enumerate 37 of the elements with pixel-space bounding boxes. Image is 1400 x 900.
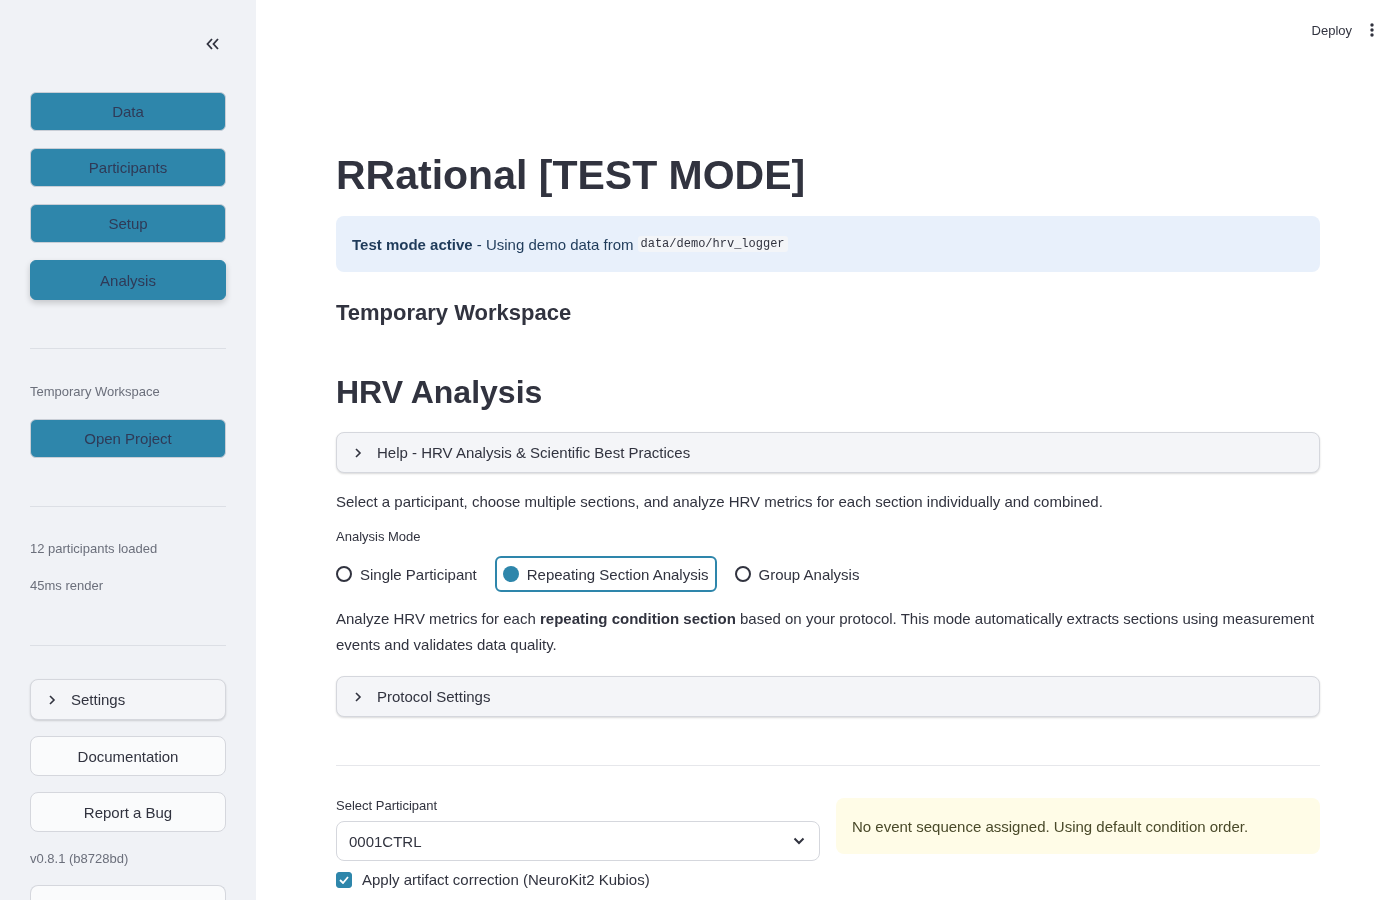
warning-alert: No event sequence assigned. Using default condition order.: [836, 798, 1320, 854]
checkmark-icon: [339, 875, 349, 884]
checkbox-label: Apply artifact correction (NeuroKit2 Kubios): [362, 871, 650, 888]
chevron-down-icon: [793, 837, 805, 845]
description-text: Select a participant, choose multiple sections, and analyze HRV metrics for each section individually and combined.: [336, 492, 1104, 512]
version-text: v0.8.1 (b8728bd): [30, 851, 130, 866]
page-title: RRational [TEST MODE]: [336, 151, 807, 200]
link-button[interactable]: Documentation: [30, 736, 226, 776]
code-path: data/demo/hrv_logger: [637, 236, 788, 252]
expander-header[interactable]: Protocol Settings: [336, 676, 1320, 717]
chevron-right-icon: [47, 694, 57, 705]
status-text: 45ms render: [30, 578, 104, 593]
select-value: 0001CTRL: [349, 832, 422, 850]
checkbox[interactable]: [336, 871, 352, 888]
radio-checked-icon: [502, 566, 519, 582]
mode-description: Analyze HRV metrics for each repeating condition section based on your protocol. This mode automatically extracts sections using measurement events and validates data quality.: [336, 609, 1316, 655]
link-button[interactable]: Report a Bug: [30, 792, 226, 832]
chevron-right-icon: [353, 691, 363, 702]
radio-unchecked-icon: [734, 566, 751, 582]
radio-option[interactable]: Single Participant: [328, 556, 485, 592]
radio-unchecked-icon: [336, 566, 352, 582]
more-menu-icon[interactable]: [1370, 23, 1374, 37]
expander-header[interactable]: Settings: [30, 679, 226, 720]
deploy-button[interactable]: Deploy: [1311, 22, 1352, 38]
radio-option[interactable]: Repeating Section Analysis: [494, 556, 717, 592]
field-label: Analysis Mode: [336, 529, 422, 544]
collapse-sidebar-icon[interactable]: [206, 38, 220, 50]
radio-option[interactable]: Group Analysis: [726, 556, 868, 592]
section-heading: HRV Analysis: [336, 373, 544, 412]
alert-text: Test mode active - Using demo data from: [352, 235, 634, 253]
status-text: 12 participants loaded: [30, 541, 159, 556]
chevron-right-icon: [353, 447, 363, 458]
expander-header[interactable]: Help - HRV Analysis & Scientific Best Practices: [336, 432, 1320, 473]
field-label: Select Participant: [336, 798, 439, 813]
workspace-heading: Temporary Workspace: [336, 299, 573, 327]
participant-select[interactable]: 0001CTRL: [336, 821, 820, 861]
workspace-label: Temporary Workspace: [30, 384, 161, 399]
